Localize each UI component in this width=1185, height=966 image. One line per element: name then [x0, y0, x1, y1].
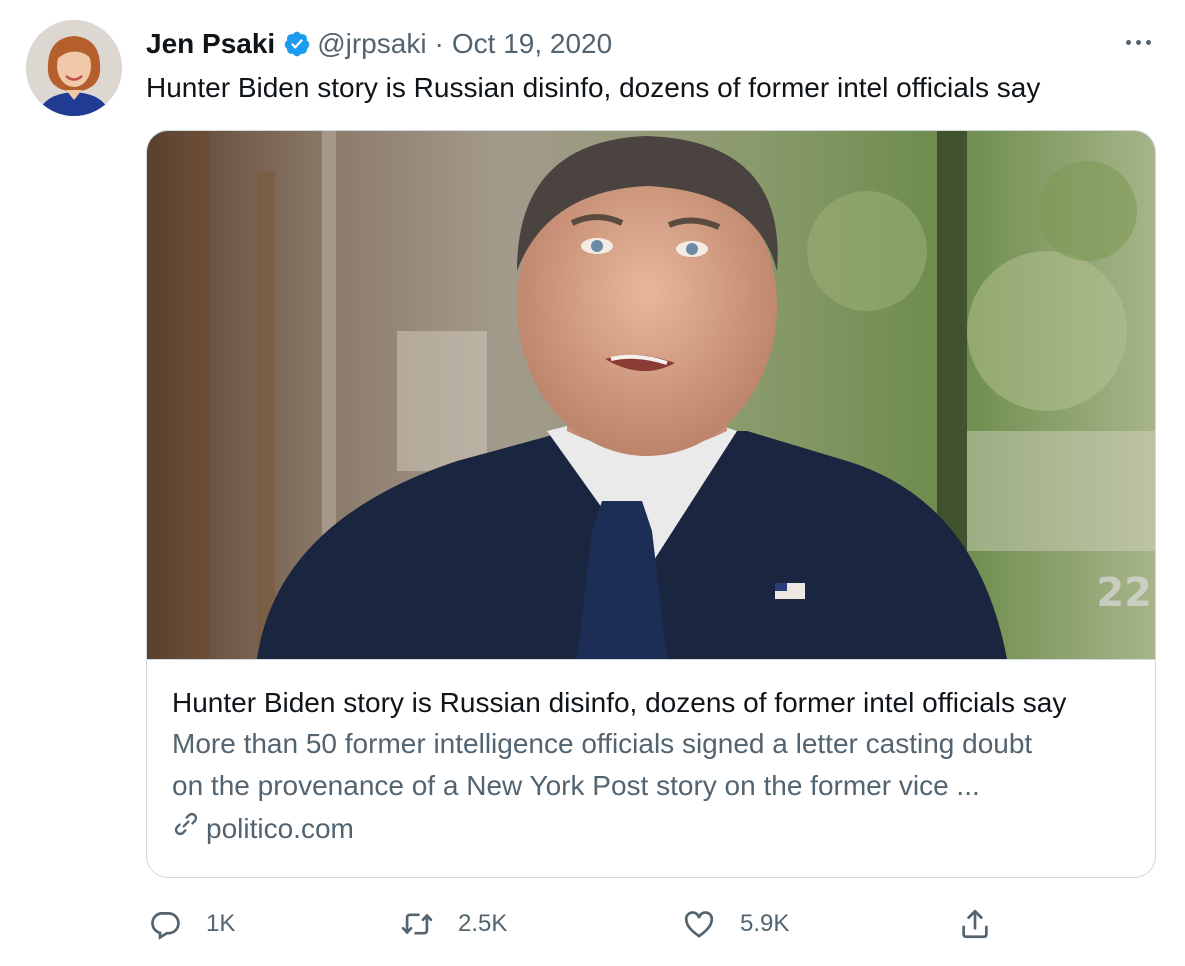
- image-watermark: 22: [1096, 570, 1152, 616]
- link-card[interactable]: 22 Hunter Biden story is Russian disinfo…: [146, 130, 1156, 878]
- author-handle[interactable]: @jrpsaki: [317, 28, 426, 60]
- retweet-icon: [401, 913, 433, 935]
- tweet-header: Jen Psaki @jrpsaki · Oct 19, 2020: [146, 24, 612, 64]
- card-description-line: on the provenance of a New York Post sto…: [172, 770, 980, 801]
- author-name[interactable]: Jen Psaki: [146, 28, 275, 60]
- card-domain: politico.com: [206, 813, 354, 844]
- link-icon: [172, 809, 200, 849]
- card-source: politico.com: [172, 809, 1135, 849]
- reply-button[interactable]: 1K: [148, 900, 235, 948]
- card-description-line: More than 50 former intelligence officia…: [172, 728, 1033, 759]
- tweet-date[interactable]: Oct 19, 2020: [452, 28, 612, 60]
- share-icon: [962, 909, 988, 939]
- card-body: Hunter Biden story is Russian disinfo, d…: [172, 683, 1135, 849]
- reply-count: 1K: [206, 910, 236, 937]
- tweet-text: Hunter Biden story is Russian disinfo, d…: [146, 72, 1041, 103]
- retweet-count: 2.5K: [458, 910, 508, 937]
- like-icon: [684, 911, 714, 938]
- card-image: 22: [147, 131, 1155, 660]
- more-icon[interactable]: [1118, 28, 1158, 56]
- retweet-button[interactable]: 2.5K: [400, 900, 507, 948]
- card-description: More than 50 former intelligence officia…: [172, 723, 1135, 807]
- avatar-image: [26, 20, 122, 116]
- action-bar: 1K 2.5K 5.9K: [146, 900, 1156, 948]
- like-button[interactable]: 5.9K: [682, 900, 789, 948]
- verified-badge-icon: [283, 30, 311, 58]
- share-button[interactable]: [958, 900, 992, 948]
- separator-dot: ·: [434, 28, 444, 59]
- avatar[interactable]: [26, 20, 122, 116]
- reply-icon: [151, 912, 180, 940]
- like-count: 5.9K: [740, 910, 790, 937]
- card-title: Hunter Biden story is Russian disinfo, d…: [172, 687, 1067, 718]
